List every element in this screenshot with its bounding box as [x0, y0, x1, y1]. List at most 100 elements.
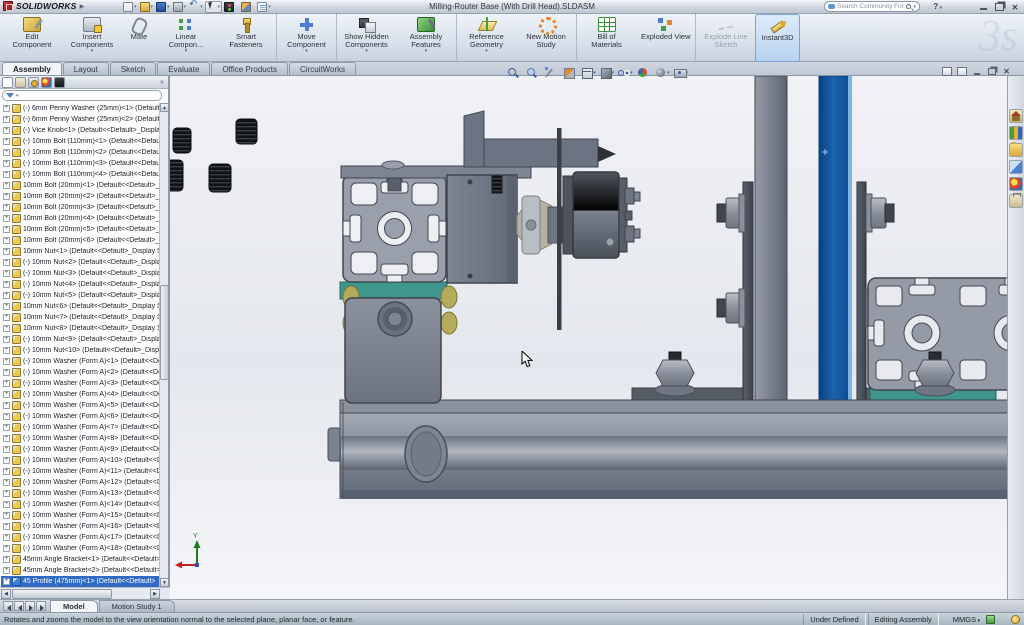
task-pane-icon[interactable] [1009, 160, 1023, 174]
panel-overflow-button[interactable]: » [160, 79, 166, 86]
command-tab[interactable]: Assembly [2, 62, 62, 75]
knurled-knob[interactable] [172, 127, 192, 154]
tree-item[interactable]: + (-) 10mm Washer (Form A)<1> (Default<<… [1, 356, 160, 367]
faceplate[interactable] [557, 128, 562, 330]
expand-icon[interactable]: + [3, 325, 10, 332]
expand-icon[interactable]: + [3, 446, 10, 453]
expand-icon[interactable]: + [3, 468, 10, 475]
expand-icon[interactable]: + [3, 347, 10, 354]
expand-icon[interactable]: + [3, 259, 10, 266]
tree-filter-bar[interactable]: ▾ [2, 90, 162, 101]
tree-item[interactable]: + (-) 10mm Washer (Form A)<7> (Default<<… [1, 422, 160, 433]
doc-window-button[interactable] [956, 66, 967, 76]
view-tool-button[interactable] [580, 65, 597, 80]
tab-nav-button[interactable] [36, 601, 46, 611]
scroll-up-icon[interactable]: ▲ [160, 103, 169, 112]
community-search[interactable]: Search Community Forum ▾ [824, 1, 920, 12]
command-button[interactable]: Exploded View [636, 14, 695, 62]
tree-item[interactable]: + (-) 10mm Washer (Form A)<15> (Default<… [1, 510, 160, 521]
doc-window-button[interactable] [986, 66, 997, 76]
task-pane-icon[interactable] [1009, 193, 1023, 208]
graphics-area[interactable]: Y [170, 76, 1024, 599]
expand-icon[interactable]: + [3, 578, 10, 585]
doc-window-button[interactable] [941, 66, 952, 76]
hex-bolt[interactable] [654, 351, 696, 397]
three-jaw-chuck[interactable] [562, 171, 641, 259]
model-tab[interactable]: Motion Study 1 [98, 600, 175, 612]
knurled-knob[interactable] [235, 118, 258, 145]
horizontal-scroll-thumb[interactable] [12, 589, 112, 599]
scroll-left-icon[interactable]: ◀ [1, 589, 11, 599]
expand-icon[interactable]: + [3, 457, 10, 464]
help-button[interactable]: ? [933, 2, 942, 11]
quick-tips-icon[interactable] [1011, 615, 1020, 624]
command-button[interactable]: Show Hidden Components [336, 14, 396, 62]
tree-item[interactable]: + (-) 10mm Nut<2> (Default<<Default>_Dis… [1, 257, 160, 268]
tree-item[interactable]: + (-) 10mm Washer (Form A)<17> (Default<… [1, 532, 160, 543]
tree-item[interactable]: + (-) 6mm Penny Washer (25mm)<1> (Defaul… [1, 103, 160, 114]
command-button[interactable]: Smart Fasteners [216, 14, 276, 62]
rotary-axis-assembly[interactable] [339, 110, 641, 404]
expand-icon[interactable]: + [3, 149, 10, 156]
expand-icon[interactable]: + [3, 193, 10, 200]
expand-icon[interactable]: + [3, 479, 10, 486]
panel-tab-icon[interactable] [28, 76, 39, 88]
base-rail[interactable] [327, 399, 1024, 499]
view-tool-button[interactable] [543, 65, 560, 80]
command-button[interactable]: Reference Geometry [456, 14, 516, 62]
tree-item[interactable]: + (-) 6mm Penny Washer (25mm)<2> (Defaul… [1, 114, 160, 125]
expand-icon[interactable]: + [3, 226, 10, 233]
command-button[interactable]: Linear Compon... [156, 14, 216, 62]
tree-item[interactable]: + 10mm Nut<6> (Default<<Default>_Display… [1, 301, 160, 312]
panel-tab-icon[interactable] [2, 76, 13, 88]
expand-icon[interactable]: + [3, 369, 10, 376]
command-button[interactable]: Explode Line Sketch [695, 14, 755, 62]
tab-nav-button[interactable] [25, 601, 35, 611]
command-button[interactable]: New Motion Study [516, 14, 576, 62]
tree-item[interactable]: + 10mm Bolt (20mm)<2> (Default<<Default>… [1, 191, 160, 202]
tree-item[interactable]: + (-) 10mm Bolt (110mm)<1> (Default<<Def… [1, 136, 160, 147]
expand-icon[interactable]: + [3, 534, 10, 541]
expand-icon[interactable]: + [3, 204, 10, 211]
restore-button[interactable] [993, 3, 1005, 12]
tree-item[interactable]: + (-) 10mm Washer (Form A)<11> (Default<… [1, 466, 160, 477]
tab-nav-button[interactable] [14, 601, 24, 611]
tree-item[interactable]: + (-) 10mm Bolt (110mm)<4> (Default<<Def… [1, 169, 160, 180]
tree-item[interactable]: + 10mm Nut<8> (Default<<Default>_Display… [1, 323, 160, 334]
expand-icon[interactable]: + [3, 248, 10, 255]
vertical-scroll-thumb[interactable] [160, 285, 169, 380]
panel-tab-icon[interactable] [54, 76, 65, 88]
command-button[interactable]: Mate [122, 14, 156, 62]
tab-nav-button[interactable] [3, 601, 13, 611]
expand-icon[interactable]: + [3, 358, 10, 365]
task-pane-icon[interactable] [1009, 109, 1023, 123]
expand-icon[interactable]: + [3, 523, 10, 530]
bolt-stack[interactable] [716, 288, 746, 328]
tree-item[interactable]: + (-) 10mm Washer (Form A)<8> (Default<<… [1, 433, 160, 444]
expand-icon[interactable]: + [3, 413, 10, 420]
tree-item[interactable]: + (-) 10mm Bolt (110mm)<2> (Default<<Def… [1, 147, 160, 158]
knurled-knob[interactable] [208, 163, 232, 193]
gearbox[interactable] [446, 174, 518, 284]
close-button[interactable] [1009, 3, 1021, 12]
task-pane-icon[interactable] [1009, 177, 1023, 191]
task-pane-icon[interactable] [1009, 142, 1023, 157]
tree-item[interactable]: + (-) 10mm Bolt (110mm)<3> (Default<<Def… [1, 158, 160, 169]
drill-bit[interactable] [598, 146, 616, 162]
expand-icon[interactable]: + [3, 490, 10, 497]
tree-item[interactable]: + (-) 10mm Washer (Form A)<3> (Default<<… [1, 378, 160, 389]
expand-icon[interactable]: + [3, 391, 10, 398]
tag-icon[interactable] [986, 615, 995, 624]
command-tab[interactable]: Layout [62, 62, 109, 75]
view-tool-button[interactable] [506, 65, 523, 80]
command-tab[interactable]: Office Products [211, 62, 288, 75]
tree-item[interactable]: + (-) 10mm Washer (Form A)<12> (Default<… [1, 477, 160, 488]
tree-item[interactable]: + 10mm Bolt (20mm)<1> (Default<<Default>… [1, 180, 160, 191]
command-button[interactable]: Insert Components [62, 14, 122, 62]
left-extrusion-profile[interactable] [342, 174, 447, 283]
command-button[interactable]: Instant3D [755, 14, 800, 62]
expand-icon[interactable]: + [3, 424, 10, 431]
tree-item[interactable]: + 45mm Angle Bracket<1> (Default<<Defaul… [1, 554, 160, 565]
view-tool-button[interactable] [654, 65, 671, 80]
expand-icon[interactable]: + [3, 127, 10, 134]
